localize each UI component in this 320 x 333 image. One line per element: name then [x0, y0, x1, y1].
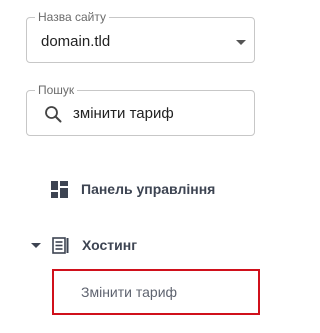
nav-item-hosting[interactable]: Хостинг [31, 234, 137, 256]
search-icon [45, 106, 62, 123]
site-name-select[interactable]: Назва сайту domain.tld [26, 10, 255, 63]
search-label: Пошук [35, 83, 78, 97]
sidebar-panel: Назва сайту domain.tld Пошук Панель упра… [0, 0, 298, 333]
nav-item-dashboard-label: Панель управління [81, 181, 216, 197]
caret-down-icon[interactable] [31, 242, 41, 248]
site-name-value: domain.tld [41, 33, 111, 50]
nav-subitem-change-plan-label: Змінити тариф [81, 284, 178, 300]
server-list-icon [52, 236, 69, 254]
dropdown-arrow-icon[interactable] [236, 40, 246, 45]
nav-item-dashboard[interactable]: Панель управління [51, 178, 215, 200]
dashboard-grid-icon [51, 180, 68, 198]
search-input[interactable] [73, 103, 243, 123]
site-name-label: Назва сайту [35, 10, 109, 24]
nav-item-hosting-label: Хостинг [82, 237, 138, 253]
nav-subitem-change-plan[interactable]: Змінити тариф [52, 269, 260, 315]
search-field[interactable]: Пошук [26, 83, 255, 136]
